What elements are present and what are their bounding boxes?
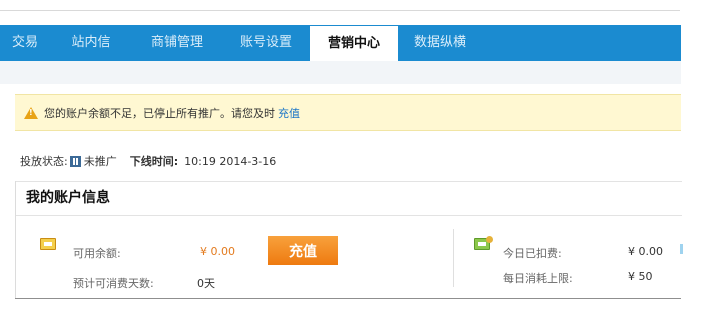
clipped-edit-link[interactable] [680, 244, 683, 254]
nav-tab-data-analytics[interactable]: 数据纵横 [398, 25, 482, 61]
main-nav: 交易 站内信 商铺管理 账号设置 营销中心 数据纵横 [0, 25, 681, 61]
nav-tab-account-settings[interactable]: 账号设置 [222, 25, 310, 61]
today-charge-value: ¥ 0.00 [628, 245, 663, 258]
sub-nav-bar [0, 61, 681, 84]
nav-tab-messages[interactable]: 站内信 [50, 25, 132, 61]
panel-bottom-border [15, 298, 681, 299]
available-balance-value: ¥ 0.00 [200, 245, 235, 258]
warning-icon [24, 106, 38, 119]
column-divider [453, 229, 454, 287]
low-balance-alert: 您的账户余额不足，已停止所有推广。请您及时 充值 [15, 94, 681, 131]
offline-time-value: 10:19 2014-3-16 [184, 154, 277, 168]
offline-time-label: 下线时间: [129, 155, 179, 168]
days-value: 0天 [197, 277, 215, 290]
nav-tab-marketing-center[interactable]: 营销中心 [310, 26, 398, 61]
balance-icon [40, 238, 56, 250]
pause-icon [69, 155, 81, 167]
recharge-link[interactable]: 充值 [278, 105, 300, 121]
top-divider [0, 10, 680, 11]
status-value: 未推广 [83, 155, 117, 168]
recharge-button[interactable]: 充值 [268, 236, 338, 265]
days-label: 预计可消费天数: [73, 277, 154, 290]
daily-limit-label: 每日消耗上限: [503, 272, 573, 285]
panel-title: 我的账户信息 [16, 181, 682, 216]
today-charge-icon [474, 236, 493, 250]
available-balance-label: 可用余额: [73, 247, 121, 260]
status-label: 投放状态: [20, 155, 68, 168]
delivery-status: 投放状态: 未推广 下线时间: 10:19 2014-3-16 [20, 153, 276, 169]
alert-message: 您的账户余额不足，已停止所有推广。请您及时 [44, 106, 275, 120]
nav-tab-shop-management[interactable]: 商铺管理 [132, 25, 222, 61]
today-charge-label: 今日已扣费: [503, 247, 562, 260]
daily-limit-value: ¥ 50 [628, 270, 653, 283]
nav-tab-trade[interactable]: 交易 [0, 25, 50, 61]
